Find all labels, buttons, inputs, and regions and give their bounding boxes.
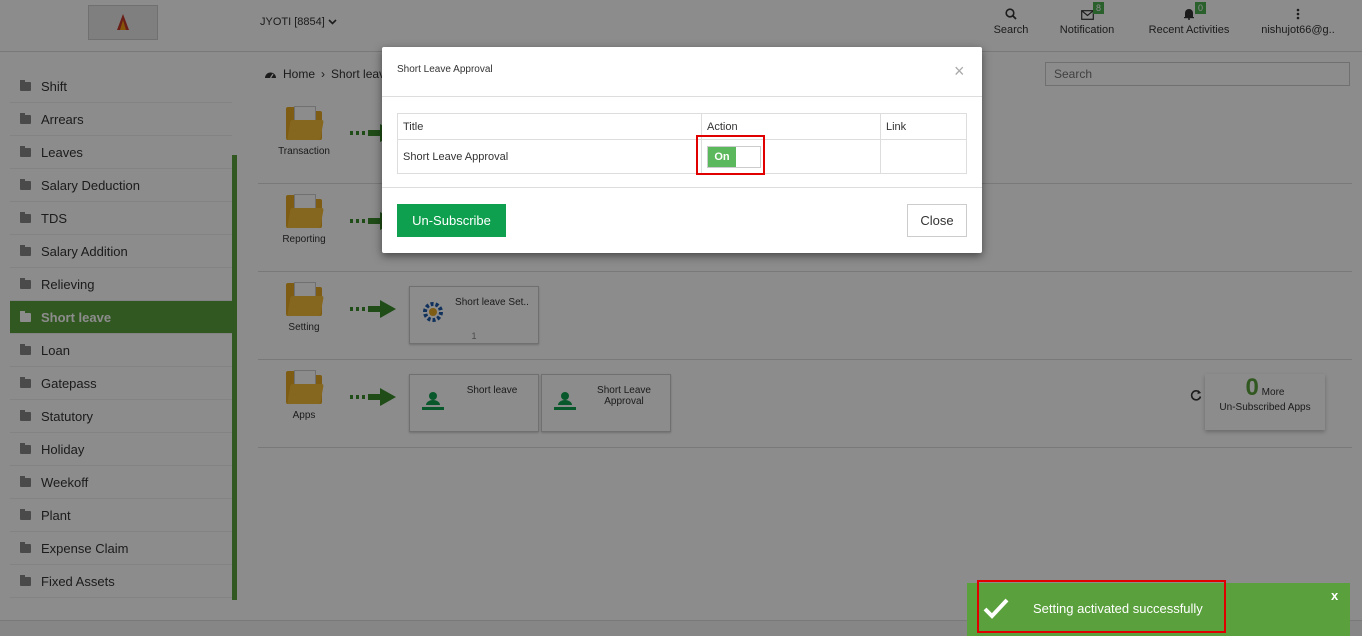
modal-title: Short Leave Approval xyxy=(397,64,493,75)
short-leave-approval-dialog: Short Leave Approval × Title Action Link… xyxy=(382,47,982,253)
table-header-row: Title Action Link xyxy=(397,113,967,140)
toast-highlight-box xyxy=(977,580,1226,633)
modal-header: Short Leave Approval × xyxy=(382,47,982,97)
unsubscribe-button[interactable]: Un-Subscribe xyxy=(397,204,506,237)
close-button[interactable]: Close xyxy=(907,204,967,237)
toggle-highlight-box xyxy=(696,135,765,175)
app-root: JYOTI [8854] Search 8 Notification 0 Rec… xyxy=(0,0,1362,636)
row-link xyxy=(880,139,967,174)
column-header-link: Link xyxy=(880,113,967,140)
approval-table: Title Action Link Short Leave Approval O… xyxy=(397,113,967,174)
modal-footer-divider xyxy=(382,187,982,188)
column-header-title: Title xyxy=(397,113,702,140)
row-title: Short Leave Approval xyxy=(397,139,702,174)
close-icon[interactable]: × xyxy=(954,61,965,82)
table-row: Short Leave Approval On xyxy=(397,139,967,174)
toast-close-button[interactable]: x xyxy=(1331,588,1338,603)
